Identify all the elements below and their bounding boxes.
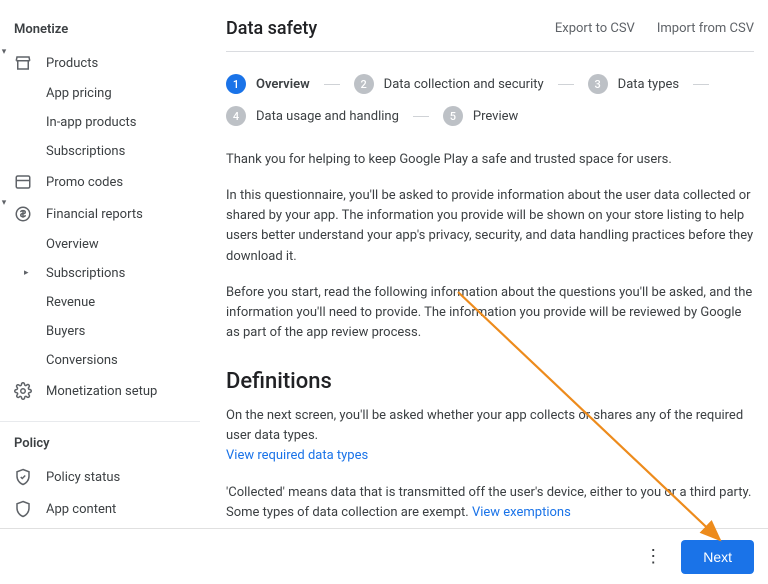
sidebar-item-financial-reports[interactable]: Financial reports (0, 198, 200, 230)
step-connector (413, 116, 429, 117)
sidebar-item-subscriptions-reports[interactable]: Subscriptions (0, 259, 200, 288)
sidebar-item-promo-codes[interactable]: Promo codes (0, 166, 200, 198)
main-content: Data safety Export to CSV Import from CS… (200, 0, 768, 584)
step-connector (693, 84, 709, 85)
sidebar-item-label: In-app products (46, 115, 136, 130)
step-data-collection[interactable]: 2 Data collection and security (354, 74, 558, 94)
step-connector (558, 84, 574, 85)
step-data-types[interactable]: 3 Data types (588, 74, 693, 94)
sidebar-section-monetize: Monetize (0, 8, 200, 47)
step-number-icon: 3 (588, 74, 608, 94)
intro-paragraph: Thank you for helping to keep Google Pla… (226, 150, 754, 170)
gear-icon (14, 382, 32, 400)
step-number-icon: 4 (226, 106, 246, 126)
sidebar-item-products[interactable]: Products (0, 47, 200, 79)
sidebar-item-label: App content (46, 502, 116, 517)
footer-bar: ⋮ Next (0, 528, 768, 584)
sidebar: Monetize ▾ Products App pricing In-app p… (0, 0, 200, 584)
step-number-icon: 2 (354, 74, 374, 94)
products-icon (14, 54, 32, 72)
stepper: 1 Overview 2 Data collection and securit… (226, 74, 754, 126)
caret-down-icon: ▾ (0, 198, 9, 208)
step-preview[interactable]: 5 Preview (443, 106, 532, 126)
view-required-data-types-link[interactable]: View required data types (226, 448, 368, 463)
page-title: Data safety (226, 18, 317, 39)
import-csv-link[interactable]: Import from CSV (657, 21, 754, 36)
more-options-icon[interactable]: ⋮ (638, 540, 667, 573)
sidebar-item-label: Subscriptions (46, 266, 125, 281)
step-label: Overview (256, 77, 310, 92)
step-label: Data usage and handling (256, 109, 399, 124)
sidebar-item-policy-status[interactable]: Policy status (0, 461, 200, 493)
definitions-heading: Definitions (226, 369, 754, 394)
caret-down-icon: ▾ (0, 47, 9, 57)
step-label: Data types (618, 77, 679, 92)
sidebar-item-buyers[interactable]: Buyers (0, 317, 200, 346)
step-data-usage[interactable]: 4 Data usage and handling (226, 106, 413, 126)
sidebar-item-conversions[interactable]: Conversions (0, 346, 200, 375)
export-csv-link[interactable]: Export to CSV (555, 21, 635, 36)
sidebar-item-label: Monetization setup (46, 384, 157, 399)
sidebar-item-app-pricing[interactable]: App pricing (0, 79, 200, 108)
sidebar-item-monetization-setup[interactable]: Monetization setup (0, 375, 200, 407)
sidebar-item-label: Overview (46, 237, 99, 252)
sidebar-item-label: Products (46, 56, 98, 71)
sidebar-item-subscriptions[interactable]: Subscriptions (0, 137, 200, 166)
sidebar-item-label: Buyers (46, 324, 85, 339)
caret-right-icon: ▸ (24, 268, 29, 278)
step-label: Preview (473, 109, 518, 124)
sidebar-item-overview[interactable]: Overview (0, 230, 200, 259)
sidebar-item-label: Financial reports (46, 207, 143, 222)
next-button[interactable]: Next (681, 540, 754, 574)
step-number-icon: 1 (226, 74, 246, 94)
sidebar-item-label: Revenue (46, 295, 95, 310)
promo-codes-icon (14, 173, 32, 191)
sidebar-item-label: Policy status (46, 470, 120, 485)
step-label: Data collection and security (384, 77, 544, 92)
page-divider (226, 51, 754, 52)
sidebar-section-policy: Policy (0, 422, 200, 461)
sidebar-item-revenue[interactable]: Revenue (0, 288, 200, 317)
sidebar-item-label: App pricing (46, 86, 112, 101)
sidebar-item-label: Subscriptions (46, 144, 125, 159)
view-exemptions-link[interactable]: View exemptions (472, 505, 571, 520)
financial-reports-icon (14, 205, 32, 223)
step-number-icon: 5 (443, 106, 463, 126)
sidebar-item-label: Conversions (46, 353, 118, 368)
step-connector (324, 84, 340, 85)
step-overview[interactable]: 1 Overview (226, 74, 324, 94)
shield-check-icon (14, 468, 32, 486)
definitions-paragraph: On the next screen, you'll be asked whet… (226, 406, 754, 466)
sidebar-item-app-content[interactable]: App content (0, 493, 200, 525)
shield-icon (14, 500, 32, 518)
intro-paragraph: Before you start, read the following inf… (226, 283, 754, 343)
sidebar-item-label: Promo codes (46, 175, 123, 190)
definitions-paragraph: 'Collected' means data that is transmitt… (226, 483, 754, 523)
sidebar-item-in-app-products[interactable]: In-app products (0, 108, 200, 137)
intro-paragraph: In this questionnaire, you'll be asked t… (226, 186, 754, 267)
